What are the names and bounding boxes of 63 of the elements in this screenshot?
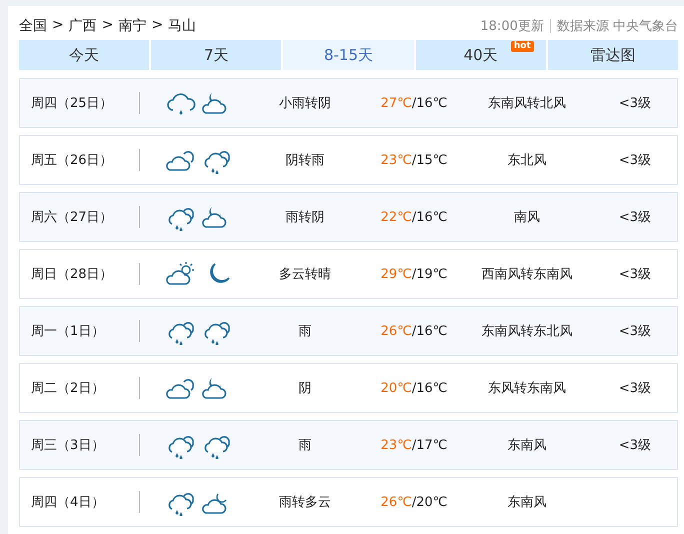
day-label: 周日（28日） xyxy=(30,266,114,283)
breadcrumb-link[interactable]: 全国 xyxy=(19,17,47,35)
wind-text: 东南风转北风 xyxy=(487,95,567,112)
wind-text: 东风转东南风 xyxy=(487,380,567,397)
breadcrumb-link[interactable]: 南宁 xyxy=(118,17,146,35)
tab[interactable]: 雷达图 xyxy=(548,40,678,70)
wind-text: 东南风 xyxy=(506,494,548,511)
low-temp: /17℃ xyxy=(412,438,448,452)
wind-text: 南风 xyxy=(513,209,541,226)
weather-text: 阴转雨 xyxy=(284,152,326,169)
tab[interactable]: 今天 xyxy=(19,40,150,70)
hot-badge: hot xyxy=(510,41,534,52)
breadcrumb-link[interactable]: 马山 xyxy=(168,17,196,35)
high-temp: 27℃ xyxy=(380,96,412,110)
low-temp: /19℃ xyxy=(412,266,448,282)
tab[interactable]: 7天 xyxy=(151,40,282,70)
low-temp: /16℃ xyxy=(412,96,448,110)
low-temp: /16℃ xyxy=(412,380,448,396)
breadcrumb-separator: > xyxy=(102,17,114,35)
breadcrumb-link[interactable]: 广西 xyxy=(68,17,97,35)
weather-text: 雨 xyxy=(298,323,312,340)
weather-text: 雨转阴 xyxy=(284,209,326,226)
high-temp: 22℃ xyxy=(380,210,412,224)
wind-level: <3级 xyxy=(618,438,651,453)
wind-text: 东北风 xyxy=(506,152,548,169)
tab[interactable]: 8-15天 xyxy=(283,40,414,70)
high-temp: 26℃ xyxy=(380,494,412,510)
low-temp: /15℃ xyxy=(412,152,448,168)
wind-level: <3级 xyxy=(618,210,651,225)
wind-text: 东南风 xyxy=(506,437,548,454)
low-temp: /20℃ xyxy=(412,494,448,510)
wind-level: <3级 xyxy=(618,153,651,168)
wind-level: <3级 xyxy=(618,267,651,282)
wind-level: <3级 xyxy=(618,96,651,111)
data-source: 数据来源 中央气象台 xyxy=(556,18,678,35)
weather-text: 阴 xyxy=(298,380,312,397)
day-label: 周四（4日） xyxy=(30,494,106,511)
day-label: 周五（26日） xyxy=(30,152,114,169)
breadcrumb-separator: > xyxy=(52,17,64,35)
sun-cloud-icon xyxy=(165,260,197,288)
weather-text: 多云转晴 xyxy=(278,266,332,283)
low-temp: /16℃ xyxy=(412,324,448,338)
high-temp: 26℃ xyxy=(380,324,412,338)
wind-level: <3级 xyxy=(618,381,651,396)
day-label: 周一（1日） xyxy=(30,323,106,340)
day-label: 周二（2日） xyxy=(30,380,106,397)
high-temp: 23℃ xyxy=(380,438,412,452)
weather-text: 小雨转阴 xyxy=(278,95,332,112)
wind-level: <3级 xyxy=(618,324,651,339)
low-temp: /16℃ xyxy=(412,210,448,224)
wind-text: 东南风转东北风 xyxy=(480,323,574,340)
high-temp: 23℃ xyxy=(380,152,412,168)
weather-text: 雨 xyxy=(298,437,312,454)
tab[interactable]: 40天 hot xyxy=(416,40,546,70)
day-label: 周三（3日） xyxy=(30,437,106,454)
day-label: 周六（27日） xyxy=(30,209,114,226)
update-time: 18:00更新 xyxy=(480,18,544,35)
wind-text: 西南风转东南风 xyxy=(480,266,574,283)
day-label: 周四（25日） xyxy=(30,95,114,112)
breadcrumb-separator: > xyxy=(151,17,164,35)
weather-text: 雨转多云 xyxy=(278,494,332,511)
high-temp: 29℃ xyxy=(380,266,412,282)
high-temp: 20℃ xyxy=(380,380,412,396)
